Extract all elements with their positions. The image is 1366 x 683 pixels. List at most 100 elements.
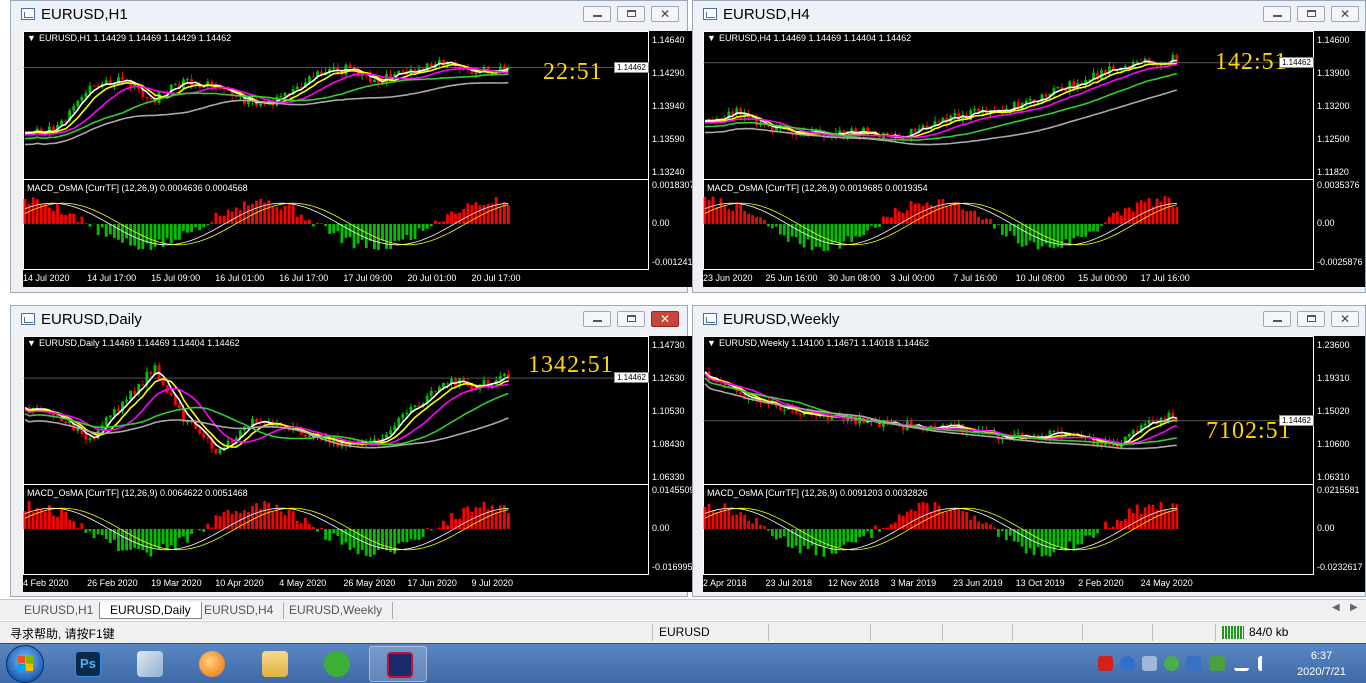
candle-body <box>214 448 218 454</box>
macd-histogram-bar <box>889 524 893 529</box>
minimize-button[interactable] <box>1263 6 1291 22</box>
macd-histogram-bar <box>1143 507 1147 529</box>
chart-window-daily[interactable]: EURUSD,Daily ✕ ▼ EURUSD,Daily 1.14469 1.1… <box>10 305 700 597</box>
macd-histogram-bar <box>941 199 945 224</box>
candle-body <box>850 128 854 132</box>
chart-window-icon <box>21 8 35 20</box>
chart-window-h4[interactable]: EURUSD,H4 ✕ ▼ EURUSD,H4 1.14469 1.14469 1… <box>692 0 1366 293</box>
macd-histogram-bar <box>798 224 802 245</box>
start-button[interactable] <box>6 645 44 683</box>
taskbar-app-wechat[interactable] <box>307 646 365 682</box>
macd-histogram-bar <box>743 514 747 529</box>
window-titlebar[interactable]: EURUSD,Daily ✕ <box>11 306 687 333</box>
macd-histogram-bar <box>1092 224 1095 232</box>
price-axis-label: 1.13200 <box>1317 101 1350 111</box>
chart-window-weekly[interactable]: EURUSD,Weekly ✕ ▼ EURUSD,Weekly 1.14100 1… <box>692 305 1366 597</box>
minimize-button[interactable] <box>583 6 611 22</box>
macd-histogram-bar <box>80 216 84 224</box>
macd-histogram-bar <box>409 224 413 241</box>
tab-scroll-left-icon[interactable]: ◀ <box>1332 602 1340 613</box>
taskbar-app-trading[interactable] <box>369 646 427 682</box>
time-axis-label: 23 Jul 2018 <box>765 578 813 588</box>
maximize-button[interactable] <box>617 311 645 327</box>
macd-histogram-bar <box>413 224 417 239</box>
security-shield-icon[interactable] <box>1186 656 1201 671</box>
macd-histogram-bar <box>397 529 401 544</box>
volume-muted-icon[interactable] <box>1258 656 1273 671</box>
macd-histogram-bar <box>941 511 945 529</box>
minimize-button[interactable] <box>1263 311 1291 327</box>
macd-histogram-bar <box>862 529 865 536</box>
macd-histogram-bar <box>1112 212 1115 224</box>
close-button[interactable]: ✕ <box>1331 6 1359 22</box>
candle-body <box>372 79 376 83</box>
close-button[interactable]: ✕ <box>651 311 679 327</box>
price-axis-label: 1.13590 <box>652 134 685 144</box>
macd-histogram-bar <box>287 203 291 224</box>
macd-histogram-bar <box>1000 224 1004 235</box>
macd-histogram-bar <box>1131 512 1135 529</box>
macd-histogram-bar <box>826 224 830 251</box>
macd-histogram-bar <box>316 529 319 532</box>
wechat-tray-icon[interactable] <box>1164 656 1179 671</box>
maximize-button[interactable] <box>1297 311 1325 327</box>
price-axis-label: 1.13900 <box>1317 68 1350 78</box>
minimize-button[interactable] <box>583 311 611 327</box>
macd-axis-label: 0.00 <box>652 218 670 228</box>
macd-histogram-bar <box>336 529 340 536</box>
tab-eurusd-h4[interactable]: EURUSD,H4 <box>194 602 285 619</box>
macd-histogram-bar <box>283 514 287 529</box>
status-separator <box>768 624 769 641</box>
taskbar-app-paint[interactable] <box>120 646 178 682</box>
chart-canvas[interactable]: ▼ EURUSD,H4 1.14469 1.14469 1.14404 1.144… <box>703 31 1365 287</box>
tab-eurusd-weekly[interactable]: EURUSD,Weekly <box>279 602 394 619</box>
macd-histogram-bar <box>905 210 909 224</box>
macd-histogram-bar <box>210 527 214 529</box>
taskbar-app-browser[interactable] <box>182 646 240 682</box>
tab-scroll-right-icon[interactable]: ▶ <box>1350 602 1358 613</box>
input-method-icon[interactable] <box>1098 656 1113 671</box>
macd-histogram-bar <box>786 224 790 242</box>
macd-histogram-bar <box>271 206 275 224</box>
status-separator <box>870 624 871 641</box>
macd-histogram-bar <box>989 218 992 224</box>
macd-histogram-bar <box>830 529 834 554</box>
macd-histogram-bar <box>814 529 818 556</box>
time-axis-label: 17 Jul 09:00 <box>343 273 393 283</box>
macd-histogram-bar <box>735 514 739 529</box>
chart-window-h1[interactable]: EURUSD,H1 ✕ ▼ EURUSD,H1 1.14429 1.14469 1… <box>10 0 700 293</box>
macd-histogram-bar <box>767 529 770 531</box>
macd-histogram-bar <box>295 520 299 529</box>
tray-arrow-icon[interactable] <box>1142 656 1157 671</box>
network-icon[interactable] <box>1234 656 1249 671</box>
candle-body <box>177 404 181 408</box>
taskbar-app-folder[interactable] <box>245 646 303 682</box>
macd-histogram-bar <box>332 529 336 534</box>
macd-histogram-bar <box>247 205 250 224</box>
chart-canvas[interactable]: ▼ EURUSD,Weekly 1.14100 1.14671 1.14018 1… <box>703 336 1365 592</box>
close-button[interactable]: ✕ <box>651 6 679 22</box>
taskbar-clock[interactable]: 6:37 2020/7/21 <box>1297 648 1346 680</box>
macd-histogram-bar <box>100 529 104 536</box>
window-titlebar[interactable]: EURUSD,H1 ✕ <box>11 1 687 28</box>
candle-body <box>186 79 189 81</box>
chart-collapse-icon: ▼ <box>707 33 716 43</box>
tab-eurusd-daily[interactable]: EURUSD,Daily <box>99 602 202 619</box>
window-titlebar[interactable]: EURUSD,Weekly ✕ <box>693 306 1365 333</box>
macd-histogram-bar <box>771 224 774 229</box>
close-button[interactable]: ✕ <box>1331 311 1359 327</box>
usb-device-icon[interactable] <box>1210 656 1225 671</box>
tab-eurusd-h1[interactable]: EURUSD,H1 <box>14 602 105 619</box>
window-titlebar[interactable]: EURUSD,H4 ✕ <box>693 1 1365 28</box>
ma-magenta-line <box>704 373 1178 445</box>
maximize-button[interactable] <box>617 6 645 22</box>
macd-histogram-bar <box>743 210 747 224</box>
chart-canvas[interactable]: ▼ EURUSD,H1 1.14429 1.14469 1.14429 1.144… <box>23 31 700 287</box>
chart-canvas[interactable]: ▼ EURUSD,Daily 1.14469 1.14469 1.14404 1.… <box>23 336 700 592</box>
macd-histogram-bar <box>137 224 141 250</box>
taskbar-app-photoshop[interactable]: Ps <box>58 646 116 682</box>
help-icon[interactable] <box>1120 656 1135 671</box>
macd-histogram-bar <box>802 529 806 546</box>
maximize-button[interactable] <box>1297 6 1325 22</box>
minimize-icon <box>1272 15 1282 17</box>
